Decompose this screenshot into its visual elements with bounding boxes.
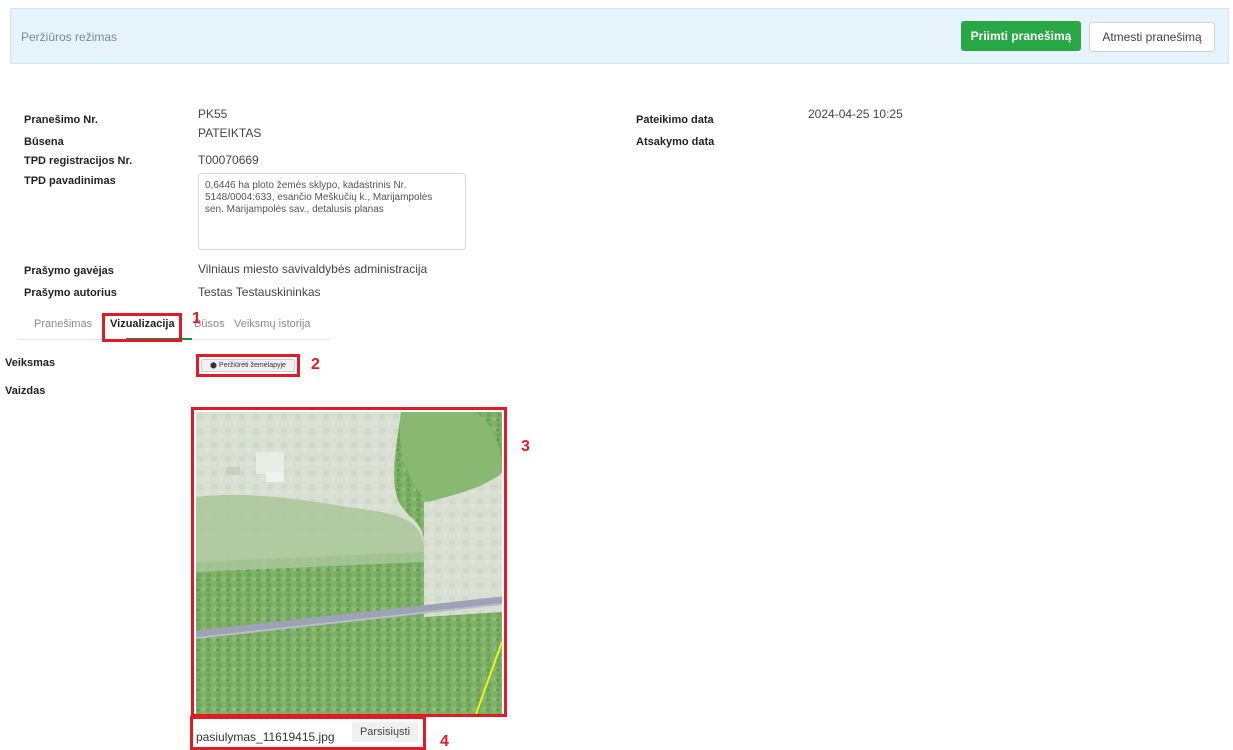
- tpd-reg-value: T00070669: [198, 153, 259, 167]
- submit-date-value: 2024-04-25 10:25: [808, 107, 903, 121]
- author-label: Prašymo autorius: [24, 287, 117, 299]
- submit-date-label: Pateikimo data: [636, 114, 714, 126]
- answer-date-label: Atsakymo data: [636, 136, 715, 148]
- accept-report-button[interactable]: Priimti pranešimą: [961, 21, 1081, 51]
- report-no-value: PK55: [198, 107, 228, 121]
- view-label: Vaizdas: [5, 385, 46, 397]
- author-value: Testas Testauskininkas: [198, 285, 321, 299]
- tab-action-history[interactable]: Veiksmų istorija: [234, 318, 310, 330]
- tpd-name-textarea[interactable]: 0,6446 ha ploto žemės sklypo, kadastrini…: [198, 173, 466, 250]
- tpd-reg-label: TPD registracijos Nr.: [24, 155, 133, 167]
- annotation-box-3: [191, 407, 507, 717]
- annotation-number-1: 1: [192, 310, 201, 327]
- annotation-number-3: 3: [521, 438, 530, 455]
- receiver-value: Vilniaus miesto savivaldybės administrac…: [198, 262, 428, 276]
- mode-bar: Peržiūros režimas Priimti pranešimą Atme…: [10, 8, 1229, 64]
- annotation-box-1: [102, 313, 182, 342]
- status-label: Būsena: [24, 136, 64, 148]
- annotation-number-4: 4: [440, 733, 449, 750]
- annotation-number-2: 2: [311, 356, 320, 373]
- action-label: Veiksmas: [5, 357, 56, 369]
- annotation-box-2: [196, 354, 300, 377]
- tpd-name-label: TPD pavadinimas: [24, 175, 116, 187]
- receiver-label: Prašymo gavėjas: [24, 265, 114, 277]
- mode-label: Peržiūros režimas: [21, 30, 118, 44]
- reject-report-button[interactable]: Atmesti pranešimą: [1089, 22, 1215, 52]
- annotation-box-4: [190, 716, 426, 750]
- report-no-label: Pranešimo Nr.: [24, 114, 98, 126]
- tab-report[interactable]: Pranešimas: [34, 318, 92, 330]
- status-value: PATEIKTAS: [198, 126, 262, 140]
